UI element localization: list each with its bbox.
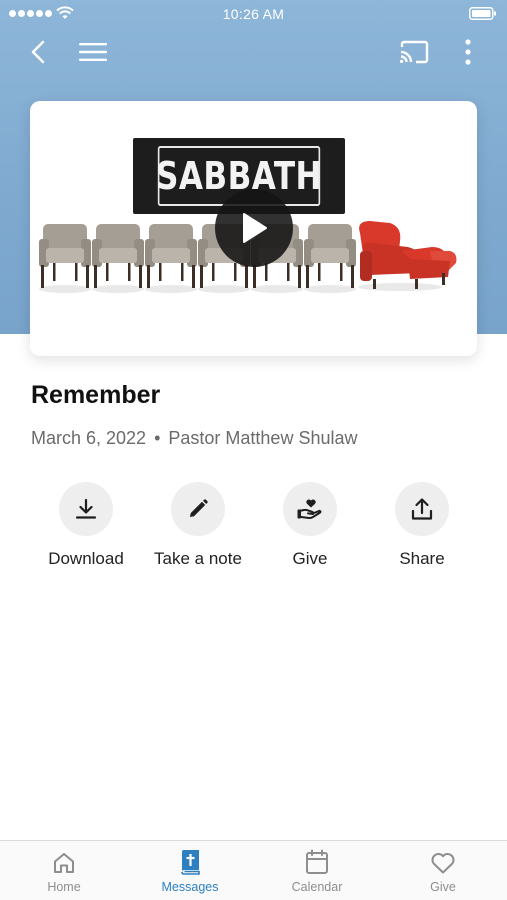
bible-icon (181, 850, 200, 875)
more-options-button[interactable] (452, 36, 484, 68)
tab-give-label: Give (430, 880, 456, 894)
hand-heart-icon (297, 499, 322, 520)
share-icon (411, 498, 433, 520)
give-button[interactable]: Give (254, 482, 366, 569)
play-button[interactable] (215, 189, 293, 267)
menu-button[interactable] (77, 36, 109, 68)
cast-icon (400, 40, 429, 64)
share-button[interactable]: Share (366, 482, 478, 569)
hamburger-menu-icon (79, 43, 107, 61)
action-row: Download Take a note Give Share (0, 482, 507, 582)
battery-icon (469, 7, 496, 20)
chevron-left-icon (31, 40, 45, 64)
sermon-title: Remember (31, 381, 161, 409)
give-label: Give (292, 549, 328, 568)
meta-separator: • (154, 428, 161, 448)
sermon-date: March 6, 2022 (31, 428, 147, 448)
tab-messages[interactable]: Messages (127, 841, 253, 900)
video-player[interactable]: SABBATH (30, 101, 477, 356)
download-label: Download (48, 549, 124, 568)
download-icon (75, 498, 97, 519)
tab-home[interactable]: Home (1, 841, 127, 900)
take-note-label: Take a note (154, 549, 242, 568)
heart-icon (431, 853, 455, 874)
take-note-circle (171, 482, 225, 536)
download-circle (59, 482, 113, 536)
share-label: Share (399, 549, 445, 568)
tab-messages-label: Messages (161, 880, 219, 894)
more-vertical-icon (465, 39, 471, 65)
calendar-icon (306, 849, 328, 874)
tab-home-label: Home (47, 880, 81, 894)
tab-give[interactable]: Give (380, 841, 506, 900)
tab-calendar[interactable]: Calendar (254, 841, 380, 900)
tab-calendar-label: Calendar (291, 880, 343, 894)
pencil-icon (190, 499, 208, 517)
cast-button[interactable] (398, 36, 430, 68)
home-icon (54, 853, 74, 873)
back-button[interactable] (22, 36, 54, 68)
share-circle (395, 482, 449, 536)
sermon-speaker: Pastor Matthew Shulaw (168, 428, 358, 448)
sermon-meta: March 6, 2022 • Pastor Matthew Shulaw (31, 428, 357, 449)
status-time: 10:26 AM (222, 6, 285, 22)
tab-bar: Home Messages Calendar Give (0, 840, 507, 900)
play-icon (243, 213, 267, 243)
navigation-bar (0, 28, 507, 76)
take-note-button[interactable]: Take a note (142, 482, 254, 569)
status-bar: 10:26 AM (0, 0, 507, 28)
download-button[interactable]: Download (30, 482, 142, 569)
give-circle (283, 482, 337, 536)
